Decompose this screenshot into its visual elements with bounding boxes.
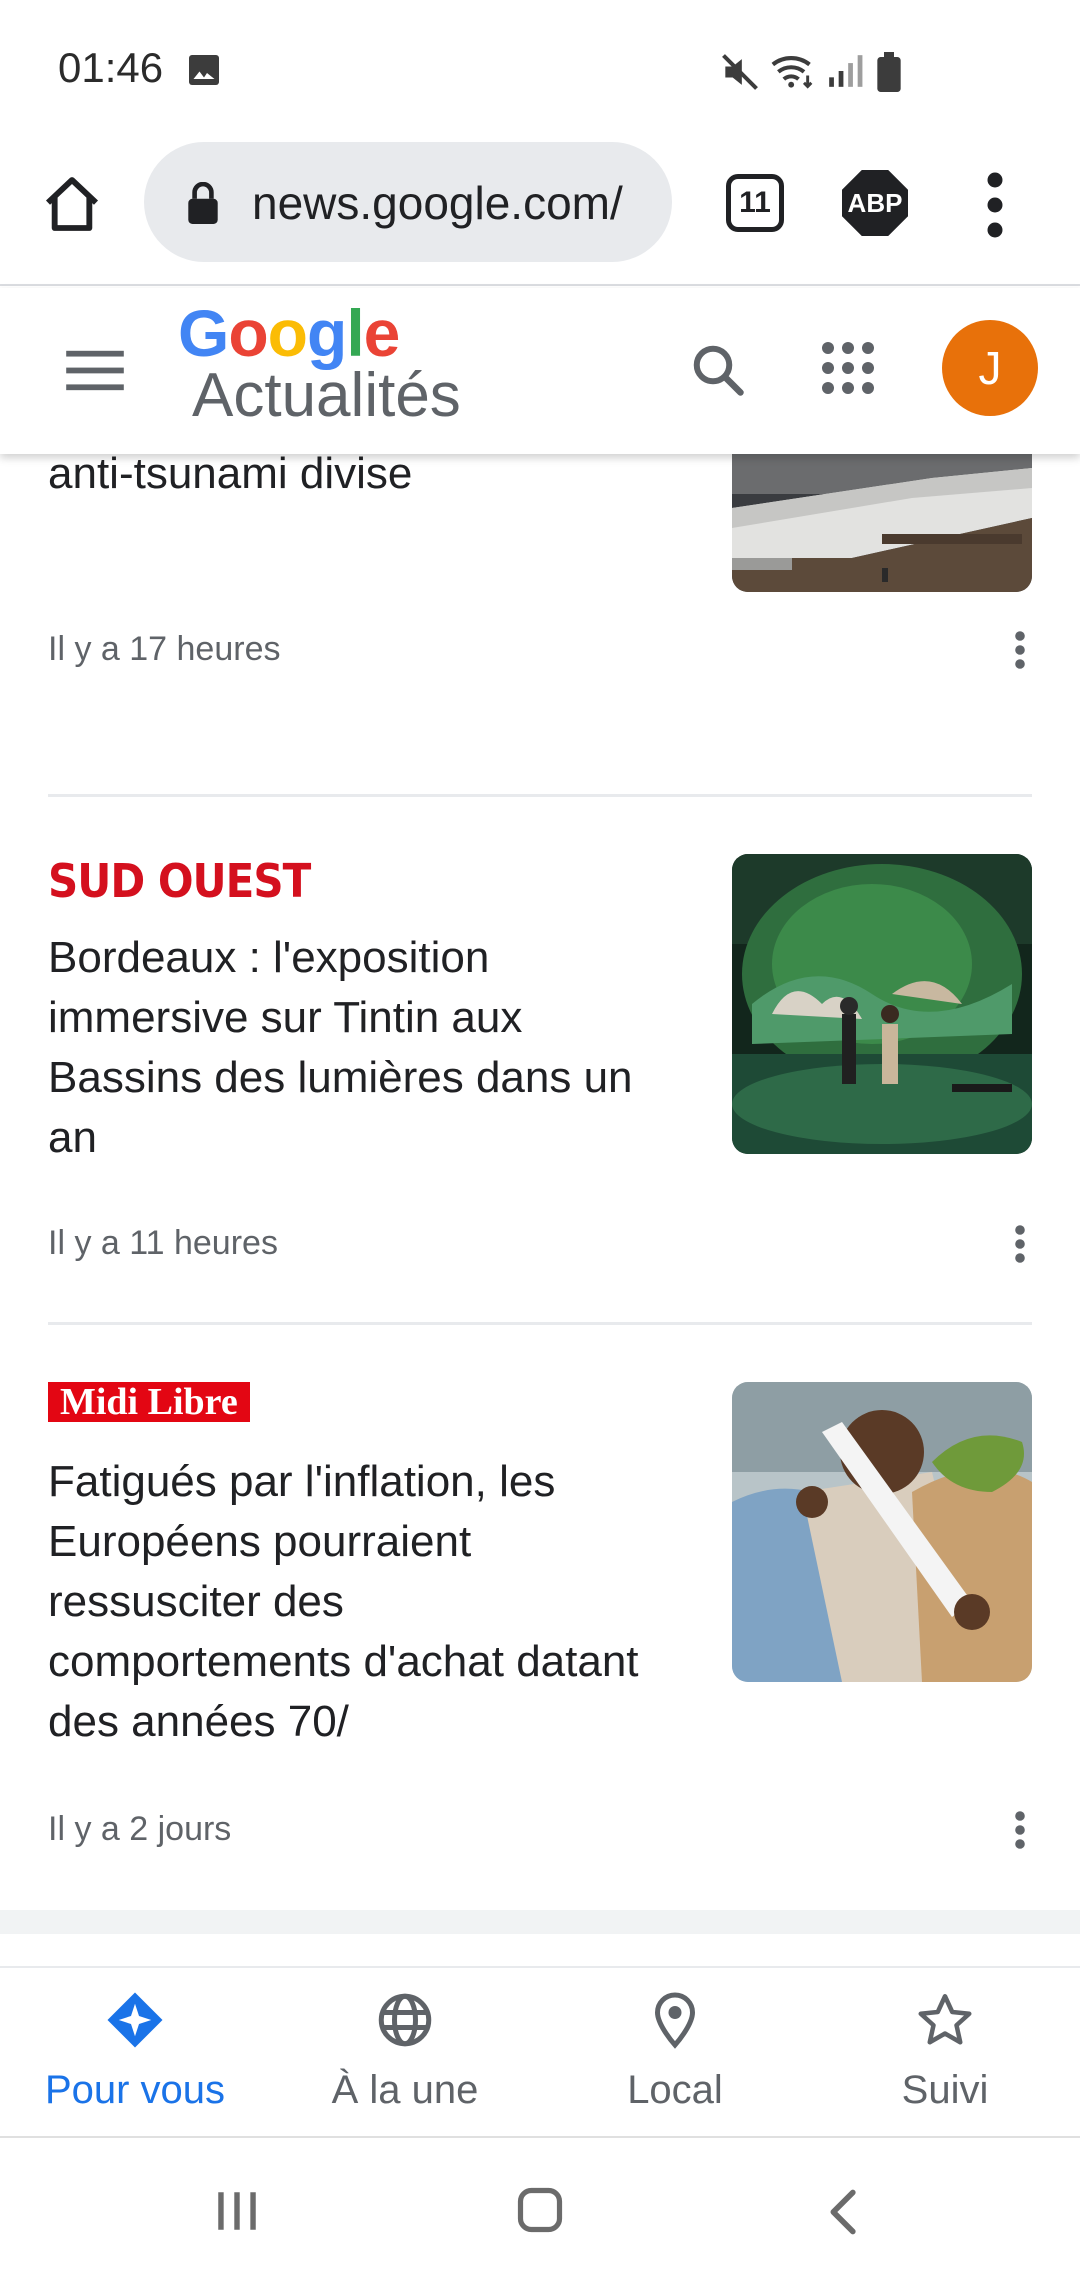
section-separator (0, 1910, 1080, 1934)
article-card[interactable]: SUD OUEST Bordeaux : l'exposition immers… (48, 854, 1032, 1324)
avatar[interactable]: J (942, 320, 1038, 416)
article-title[interactable]: Au Japon, le gigantesque mur anti-tsunam… (48, 454, 658, 504)
article-time: Il y a 11 heures (48, 1224, 278, 1262)
nav-item-pour-vous[interactable]: Pour vous (0, 1968, 270, 2138)
signal-icon (829, 55, 863, 87)
more-options-icon[interactable] (1014, 1224, 1026, 1264)
nav-label: Pour vous (44, 2068, 226, 2112)
nav-item-suivi[interactable]: Suivi (810, 1968, 1080, 2138)
nav-item-local[interactable]: Local (540, 1968, 810, 2138)
lock-icon (188, 182, 218, 224)
article-time: Il y a 17 heures (48, 630, 281, 668)
status-time: 01:46 (58, 44, 164, 91)
address-bar[interactable]: news.google.com/ (144, 142, 672, 262)
logo-subtitle: Actualités (192, 361, 461, 430)
seawall-photo[interactable] (732, 454, 1032, 592)
app-header: Google Actualités J (0, 288, 1080, 454)
globe-icon (378, 1993, 432, 2047)
menu-icon[interactable] (66, 346, 124, 394)
location-pin-icon (654, 1992, 696, 2049)
mute-icon (722, 54, 758, 90)
battery-icon (877, 52, 901, 92)
divider (48, 1322, 1032, 1325)
article-title[interactable]: Fatigués par l'inflation, les Européens … (48, 1452, 658, 1752)
browser-menu-icon[interactable] (970, 170, 1020, 240)
tab-switcher-button[interactable]: 11 (726, 174, 784, 232)
status-bar: 01:46 (0, 0, 1080, 140)
gallery-icon (189, 55, 219, 85)
divider (48, 794, 1032, 797)
google-news-logo[interactable]: Google Actualités (178, 296, 461, 430)
source-logo-sud-ouest: SUD OUEST (48, 854, 311, 908)
url-text: news.google.com/ (252, 177, 623, 229)
back-icon[interactable] (822, 2186, 862, 2238)
shopping-receipt-photo[interactable] (732, 1382, 1032, 1682)
nav-label: Local (627, 2068, 723, 2112)
article-time: Il y a 2 jours (48, 1810, 232, 1848)
search-icon[interactable] (688, 340, 748, 400)
apps-grid-icon[interactable] (818, 338, 878, 398)
more-options-icon[interactable] (1014, 630, 1026, 670)
immersive-exhibition-photo[interactable] (732, 854, 1032, 1154)
adblock-button[interactable]: ABP (842, 170, 908, 236)
source-logo-midi-libre: Midi Libre (48, 1382, 250, 1422)
home-icon[interactable] (40, 172, 104, 236)
recent-apps-icon[interactable] (212, 2186, 262, 2236)
screen: 01:46 news.google.com/ 11 ABP anti-tsuna… (0, 0, 1080, 2280)
system-home-icon[interactable] (514, 2184, 566, 2236)
more-options-icon[interactable] (1014, 1810, 1026, 1850)
browser-toolbar: news.google.com/ 11 ABP (0, 140, 1080, 286)
wifi-icon (771, 56, 813, 89)
logo-google-text: Google (178, 296, 400, 370)
article-card[interactable]: Au Japon, le gigantesque mur anti-tsunam… (48, 454, 1032, 758)
nav-label: À la une (331, 2068, 479, 2112)
system-navigation-bar (0, 2136, 1080, 2280)
article-title[interactable]: Bordeaux : l'exposition immersive sur Ti… (48, 928, 658, 1168)
article-card[interactable]: Midi Libre Fatigués par l'inflation, les… (48, 1382, 1032, 1902)
nav-label: Suivi (901, 2068, 989, 2112)
bottom-navigation: Pour vous À la une Local Suivi (0, 1966, 1080, 2136)
news-feed: Au Japon, le gigantesque mur anti-tsunam… (0, 454, 1080, 1966)
star-icon (918, 1994, 972, 2045)
for-you-icon (107, 1992, 163, 2048)
nav-item-a-la-une[interactable]: À la une (270, 1968, 540, 2138)
